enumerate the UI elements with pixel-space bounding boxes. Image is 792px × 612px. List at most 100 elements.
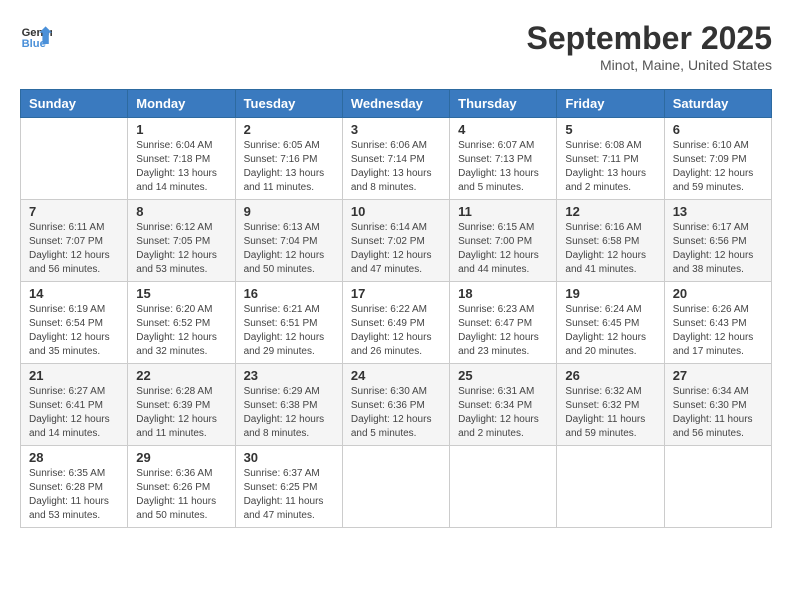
- day-info: Sunrise: 6:19 AMSunset: 6:54 PMDaylight:…: [29, 303, 119, 359]
- day-number: 3: [351, 122, 441, 137]
- day-number: 29: [136, 450, 226, 465]
- day-info: Sunrise: 6:16 AMSunset: 6:58 PMDaylight:…: [565, 221, 655, 277]
- calendar-cell: 3 Sunrise: 6:06 AMSunset: 7:14 PMDaylight…: [342, 118, 449, 200]
- day-number: 5: [565, 122, 655, 137]
- day-number: 2: [244, 122, 334, 137]
- day-number: 22: [136, 368, 226, 383]
- calendar-cell: 16 Sunrise: 6:21 AMSunset: 6:51 PMDayligh…: [235, 282, 342, 364]
- header-cell-tuesday: Tuesday: [235, 90, 342, 118]
- day-info: Sunrise: 6:32 AMSunset: 6:32 PMDaylight:…: [565, 385, 655, 441]
- day-number: 9: [244, 204, 334, 219]
- calendar-body: 1 Sunrise: 6:04 AMSunset: 7:18 PMDaylight…: [21, 118, 772, 528]
- day-number: 18: [458, 286, 548, 301]
- calendar-cell: 17Sunrise: 6:22 AMSunset: 6:49 PMDayligh…: [342, 282, 449, 364]
- calendar-cell: 1 Sunrise: 6:04 AMSunset: 7:18 PMDaylight…: [128, 118, 235, 200]
- day-info: Sunrise: 6:31 AMSunset: 6:34 PMDaylight:…: [458, 385, 548, 441]
- day-number: 14: [29, 286, 119, 301]
- calendar-cell: 20 Sunrise: 6:26 AMSunset: 6:43 PMDayligh…: [664, 282, 771, 364]
- day-info: Sunrise: 6:05 AMSunset: 7:16 PMDaylight:…: [244, 139, 334, 195]
- day-info: Sunrise: 6:13 AMSunset: 7:04 PMDaylight:…: [244, 221, 334, 277]
- svg-text:Blue: Blue: [22, 38, 46, 50]
- day-number: 10: [351, 204, 441, 219]
- page-header: General Blue September 2025 Minot, Maine…: [20, 20, 772, 73]
- day-info: Sunrise: 6:21 AMSunset: 6:51 PMDaylight:…: [244, 303, 334, 359]
- day-number: 21: [29, 368, 119, 383]
- day-info: Sunrise: 6:10 AMSunset: 7:09 PMDaylight:…: [673, 139, 763, 195]
- day-number: 19: [565, 286, 655, 301]
- calendar-week-1: 1 Sunrise: 6:04 AMSunset: 7:18 PMDaylight…: [21, 118, 772, 200]
- day-number: 6: [673, 122, 763, 137]
- day-number: 24: [351, 368, 441, 383]
- day-info: Sunrise: 6:20 AMSunset: 6:52 PMDaylight:…: [136, 303, 226, 359]
- calendar-week-3: 14 Sunrise: 6:19 AMSunset: 6:54 PMDayligh…: [21, 282, 772, 364]
- day-info: Sunrise: 6:08 AMSunset: 7:11 PMDaylight:…: [565, 139, 655, 195]
- calendar-cell: 23 Sunrise: 6:29 AMSunset: 6:38 PMDayligh…: [235, 364, 342, 446]
- calendar-table: SundayMondayTuesdayWednesdayThursdayFrid…: [20, 89, 772, 528]
- header-cell-thursday: Thursday: [450, 90, 557, 118]
- location: Minot, Maine, United States: [527, 57, 772, 73]
- calendar-cell: 4 Sunrise: 6:07 AMSunset: 7:13 PMDaylight…: [450, 118, 557, 200]
- day-info: Sunrise: 6:29 AMSunset: 6:38 PMDaylight:…: [244, 385, 334, 441]
- title-block: September 2025 Minot, Maine, United Stat…: [527, 20, 772, 73]
- calendar-cell: 29 Sunrise: 6:36 AMSunset: 6:26 PMDayligh…: [128, 446, 235, 528]
- day-number: 16: [244, 286, 334, 301]
- month-title: September 2025: [527, 20, 772, 57]
- calendar-cell: 28 Sunrise: 6:35 AMSunset: 6:28 PMDayligh…: [21, 446, 128, 528]
- calendar-cell: [342, 446, 449, 528]
- header-cell-sunday: Sunday: [21, 90, 128, 118]
- day-info: Sunrise: 6:24 AMSunset: 6:45 PMDaylight:…: [565, 303, 655, 359]
- calendar-cell: 11Sunrise: 6:15 AMSunset: 7:00 PMDayligh…: [450, 200, 557, 282]
- day-info: Sunrise: 6:17 AMSunset: 6:56 PMDaylight:…: [673, 221, 763, 277]
- day-number: 13: [673, 204, 763, 219]
- logo: General Blue: [20, 20, 52, 52]
- day-info: Sunrise: 6:11 AMSunset: 7:07 PMDaylight:…: [29, 221, 119, 277]
- calendar-cell: 18Sunrise: 6:23 AMSunset: 6:47 PMDayligh…: [450, 282, 557, 364]
- calendar-cell: 9 Sunrise: 6:13 AMSunset: 7:04 PMDaylight…: [235, 200, 342, 282]
- logo-icon: General Blue: [20, 20, 52, 52]
- calendar-cell: 15 Sunrise: 6:20 AMSunset: 6:52 PMDayligh…: [128, 282, 235, 364]
- day-number: 26: [565, 368, 655, 383]
- calendar-cell: 2 Sunrise: 6:05 AMSunset: 7:16 PMDaylight…: [235, 118, 342, 200]
- calendar-week-4: 21 Sunrise: 6:27 AMSunset: 6:41 PMDayligh…: [21, 364, 772, 446]
- header-cell-friday: Friday: [557, 90, 664, 118]
- calendar-cell: [21, 118, 128, 200]
- day-info: Sunrise: 6:22 AMSunset: 6:49 PMDaylight:…: [351, 303, 441, 359]
- day-number: 1: [136, 122, 226, 137]
- day-number: 25: [458, 368, 548, 383]
- calendar-cell: 14 Sunrise: 6:19 AMSunset: 6:54 PMDayligh…: [21, 282, 128, 364]
- day-number: 30: [244, 450, 334, 465]
- calendar-cell: 19 Sunrise: 6:24 AMSunset: 6:45 PMDayligh…: [557, 282, 664, 364]
- day-number: 8: [136, 204, 226, 219]
- day-number: 7: [29, 204, 119, 219]
- day-info: Sunrise: 6:34 AMSunset: 6:30 PMDaylight:…: [673, 385, 763, 441]
- day-info: Sunrise: 6:04 AMSunset: 7:18 PMDaylight:…: [136, 139, 226, 195]
- calendar-week-2: 7 Sunrise: 6:11 AMSunset: 7:07 PMDaylight…: [21, 200, 772, 282]
- day-number: 28: [29, 450, 119, 465]
- calendar-cell: 22Sunrise: 6:28 AMSunset: 6:39 PMDayligh…: [128, 364, 235, 446]
- calendar-cell: 25 Sunrise: 6:31 AMSunset: 6:34 PMDayligh…: [450, 364, 557, 446]
- day-info: Sunrise: 6:06 AMSunset: 7:14 PMDaylight:…: [351, 139, 441, 195]
- day-number: 12: [565, 204, 655, 219]
- day-info: Sunrise: 6:27 AMSunset: 6:41 PMDaylight:…: [29, 385, 119, 441]
- calendar-cell: 7 Sunrise: 6:11 AMSunset: 7:07 PMDaylight…: [21, 200, 128, 282]
- calendar-cell: 5 Sunrise: 6:08 AMSunset: 7:11 PMDaylight…: [557, 118, 664, 200]
- day-number: 23: [244, 368, 334, 383]
- day-number: 27: [673, 368, 763, 383]
- day-number: 15: [136, 286, 226, 301]
- header-cell-saturday: Saturday: [664, 90, 771, 118]
- calendar-cell: 12 Sunrise: 6:16 AMSunset: 6:58 PMDayligh…: [557, 200, 664, 282]
- day-info: Sunrise: 6:35 AMSunset: 6:28 PMDaylight:…: [29, 467, 119, 523]
- day-number: 4: [458, 122, 548, 137]
- calendar-cell: 26 Sunrise: 6:32 AMSunset: 6:32 PMDayligh…: [557, 364, 664, 446]
- calendar-cell: 24Sunrise: 6:30 AMSunset: 6:36 PMDayligh…: [342, 364, 449, 446]
- calendar-cell: 10Sunrise: 6:14 AMSunset: 7:02 PMDayligh…: [342, 200, 449, 282]
- header-cell-monday: Monday: [128, 90, 235, 118]
- day-info: Sunrise: 6:36 AMSunset: 6:26 PMDaylight:…: [136, 467, 226, 523]
- day-info: Sunrise: 6:07 AMSunset: 7:13 PMDaylight:…: [458, 139, 548, 195]
- header-row: SundayMondayTuesdayWednesdayThursdayFrid…: [21, 90, 772, 118]
- calendar-cell: 13 Sunrise: 6:17 AMSunset: 6:56 PMDayligh…: [664, 200, 771, 282]
- day-info: Sunrise: 6:26 AMSunset: 6:43 PMDaylight:…: [673, 303, 763, 359]
- calendar-cell: [557, 446, 664, 528]
- calendar-header: SundayMondayTuesdayWednesdayThursdayFrid…: [21, 90, 772, 118]
- day-number: 20: [673, 286, 763, 301]
